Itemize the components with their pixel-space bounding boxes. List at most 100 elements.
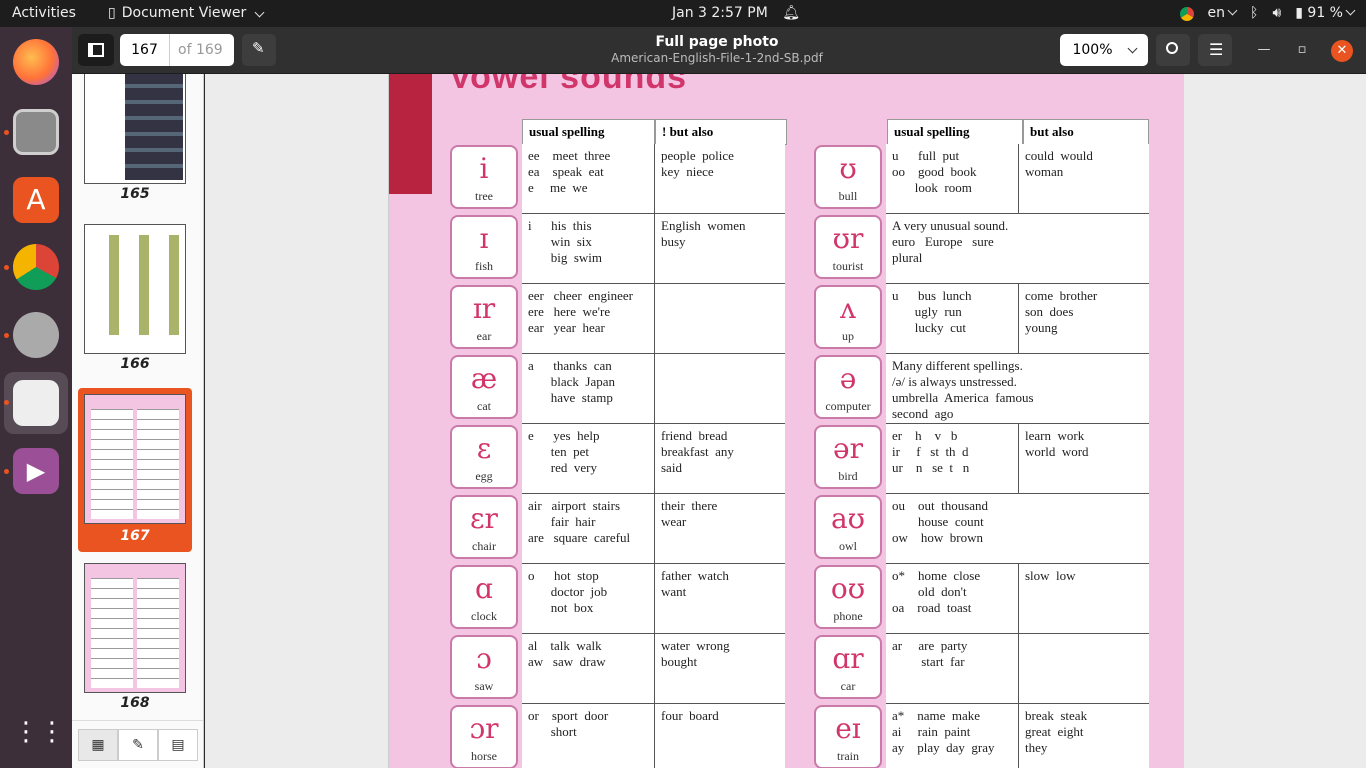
usual-spelling-cell: e yes help ten pet red very [522,424,655,494]
minimize-icon: — [1257,42,1271,57]
thumbnail-image [84,563,186,693]
vowel-row: aʊ owl ou out thousand house count ow how … [814,494,1149,564]
right-also-header: but also [1023,119,1149,145]
vowel-symbol-card: ɑr car [814,635,882,699]
example-word: saw [474,679,494,693]
thumbnail-165[interactable]: 165 [78,74,192,204]
vowel-symbol-card: ɛ egg [450,425,518,489]
vowel-row: i tree ee meet three ea speak eat e me we p… [450,144,785,214]
clock-label: Jan 3 2:57 PM [672,5,768,21]
usual-spelling-cell: u full put oo good book look room [886,144,1019,214]
thumbnail-image [84,224,186,354]
usual-spelling-cell: o hot stop doctor job not box [522,564,655,634]
phoneme-symbol: ə [839,362,857,395]
language-indicator[interactable]: en [1208,0,1238,27]
firefox-icon[interactable] [13,39,59,85]
menu-button[interactable]: ☰ [1198,34,1232,66]
settings-icon[interactable] [13,312,59,358]
chrome-tray-icon[interactable] [1179,6,1194,21]
phoneme-symbol: ər [833,432,863,465]
bluetooth-icon[interactable]: ᛒ [1250,0,1258,27]
page-number-box[interactable]: 167 of 169 [120,34,234,66]
maximize-icon: ▫ [1297,42,1307,57]
vowel-row: ɑ clock o hot stop doctor job not box fathe… [450,564,785,634]
zoom-select[interactable]: 100% [1060,34,1148,66]
usual-spelling-cell: al talk walk aw saw draw [522,634,655,704]
chevron-down-icon [1345,5,1356,16]
example-word: owl [839,539,857,553]
thumbnail-label: 165 [120,186,150,202]
usual-spelling-cell: u bus lunch ugly run lucky cut [886,284,1019,354]
close-button[interactable]: ✕ [1331,40,1353,62]
search-icon [1166,42,1178,54]
document-viewer-icon[interactable] [13,380,59,426]
videos-icon[interactable]: ▶ [13,448,59,494]
sidebar-toggle-button[interactable] [78,34,114,66]
pencil-icon: ✎ [252,39,265,57]
show-apps-icon[interactable]: ⋮⋮⋮ [13,709,91,755]
example-word: phone [833,609,863,623]
phoneme-symbol: ɛr [470,502,498,535]
thumbnail-168[interactable]: 168 [78,563,192,718]
vowel-row: ɪr ear eer cheer engineer ere here we're e… [450,284,785,354]
chrome-icon[interactable] [13,244,59,290]
vowel-symbol-card: ʊ bull [814,145,882,209]
top-bar: Activities ▯ Document Viewer Jan 3 2:57 … [0,0,1366,27]
app-menu-label: Document Viewer [121,5,247,21]
search-button[interactable] [1156,34,1190,66]
running-indicator [4,265,9,270]
but-also-cell: friend bread breakfast any said [655,424,785,494]
page-total-label: of 169 [178,42,223,58]
document-area[interactable]: Vowel sounds usual spelling ! but also u… [205,74,1366,768]
battery-indicator[interactable]: ▮ 91 % [1295,0,1356,27]
but-also-cell: water wrong bought [655,634,785,704]
system-tray[interactable]: en ᛒ 🔊︎ ▮ 91 % [1179,0,1356,27]
example-word: up [842,329,854,343]
vowel-row: ɛ egg e yes help ten pet red very friend br… [450,424,785,494]
maximize-button[interactable]: ▫ [1292,40,1312,60]
running-indicator [4,400,9,405]
app-menu[interactable]: ▯ Document Viewer [108,0,265,27]
volume-icon[interactable]: 🔊︎ [1272,0,1281,27]
files-icon[interactable] [13,109,59,155]
example-word: train [837,749,859,763]
activities-button[interactable]: Activities [12,0,76,27]
usual-spelling-cell: ee meet three ea speak eat e me we [522,144,655,214]
annotations-view-button[interactable]: ✎ [118,729,158,761]
usual-spelling-cell: i his this win six big swim [522,214,655,284]
vowel-row: eɪ train a* name make ai rain paint ay pla… [814,704,1149,768]
phoneme-symbol: eɪ [835,712,861,745]
spelling-note-cell: A very unusual sound. euro Europe sure p… [886,214,1149,284]
thumbnail-167[interactable]: 167 [78,388,192,552]
phoneme-symbol: aʊ [830,502,866,535]
vowel-symbol-card: ʌ up [814,285,882,349]
phoneme-symbol: ɛ [476,432,492,465]
vowel-symbol-card: æ cat [450,355,518,419]
but-also-cell: people police key niece [655,144,785,214]
example-word: cat [477,399,491,413]
alarm-icon: 🔔︎ [782,5,801,21]
annotate-button[interactable]: ✎ [242,34,276,66]
zoom-value: 100% [1072,42,1113,58]
software-store-icon[interactable]: A [13,177,59,223]
clock[interactable]: Jan 3 2:57 PM 🔔︎ [672,0,800,27]
close-icon: ✕ [1336,43,1348,58]
thumbnail-166[interactable]: 166 [78,224,192,379]
thumbnails-view-button[interactable]: ▦ [78,729,118,761]
thumbnail-image [84,74,186,184]
phoneme-symbol: i [479,152,489,185]
vowel-symbol-card: ɪ fish [450,215,518,279]
but-also-cell: four board [655,704,785,768]
phoneme-symbol: ɑr [832,642,864,675]
thumbnail-label: 168 [120,695,150,711]
phoneme-symbol: ʊ [839,152,857,185]
minimize-button[interactable]: — [1254,40,1274,60]
document-viewer-icon: ▯ [108,5,116,21]
spelling-note-cell: ou out thousand house count ow how brown [886,494,1149,564]
running-indicator [4,333,9,338]
vowel-row: ɪ fish i his this win six big swim English … [450,214,785,284]
bookmarks-view-button[interactable]: ▤ [158,729,198,761]
page-number-input[interactable]: 167 [120,34,170,66]
thumbnail-label: 167 [120,528,150,544]
phoneme-symbol: ɪ [479,222,489,255]
